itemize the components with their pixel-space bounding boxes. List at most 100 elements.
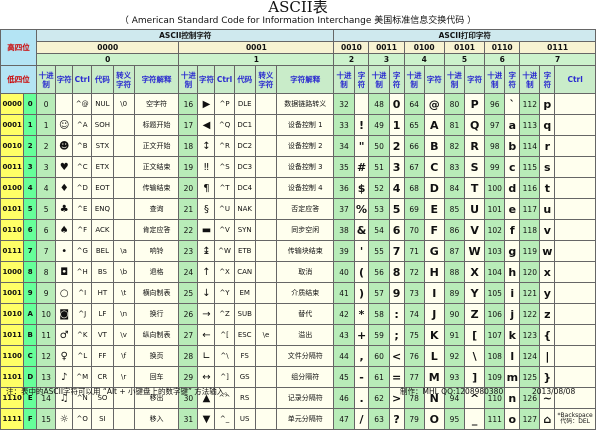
- decimal-cell: 107: [484, 324, 506, 346]
- char-cell: ⌂: [539, 408, 556, 430]
- description-cell: 介质结束: [276, 282, 335, 304]
- column-header: 字符: [423, 65, 445, 94]
- char-cell: k: [504, 324, 521, 346]
- escape-cell: [112, 219, 135, 241]
- column-header: Ctrl: [72, 65, 93, 94]
- decimal-cell: 31: [178, 408, 199, 430]
- char-cell: 6: [388, 219, 405, 241]
- code-cell: EM: [233, 282, 256, 304]
- char-cell: ◙: [55, 303, 74, 325]
- char-cell: ♂: [55, 324, 74, 346]
- char-cell: q: [539, 114, 556, 136]
- low-bits-cell: 0111: [0, 240, 25, 262]
- char-cell: ": [353, 135, 370, 157]
- decimal-cell: 71: [403, 240, 425, 262]
- description-cell: 设备控制 4: [276, 177, 335, 199]
- char-cell: ↑: [197, 261, 216, 283]
- decimal-cell: 42: [333, 303, 355, 325]
- decimal-cell: 83: [443, 156, 466, 178]
- table-row: 0101 5 5 ♣ ^E ENQ 查询 21 § ^U NAK 否定应答 37% 53 5 69 E 85 U 10…: [0, 198, 596, 220]
- table-row: 0001 1 1 ☺ ^A SOH 标题开始 17 ◀ ^Q DC1 设备控制 1 33! 49 1 65 A 8…: [0, 114, 596, 136]
- char-cell: *: [353, 303, 370, 325]
- column-header: 字符解释: [276, 65, 335, 94]
- escape-cell: [254, 345, 278, 367]
- decimal-cell: 88: [443, 261, 466, 283]
- ctrl-key-cell: [554, 219, 596, 241]
- ctrl-key-cell: ^X: [214, 261, 235, 283]
- decimal-cell: 21: [178, 198, 199, 220]
- low-bits-cell: 1010: [0, 303, 25, 325]
- char-cell: 4: [388, 177, 405, 199]
- char-cell: ,: [353, 345, 370, 367]
- decimal-cell: 55: [368, 240, 390, 262]
- column-header: 转义字符: [112, 65, 135, 94]
- description-cell: 溢出: [276, 324, 335, 346]
- code-cell: NAK: [233, 198, 256, 220]
- ctrl-key-cell: ^H: [72, 261, 93, 283]
- decimal-cell: 59: [368, 324, 390, 346]
- low-bits-cell: 1111: [0, 408, 25, 430]
- column-header: 字符: [539, 65, 556, 94]
- footer: 注：表中的ASCII字符可以用 “Alt + 小键盘上的数字键” 方法输入。 制…: [0, 384, 596, 400]
- page-title: ASCII表: [268, 0, 328, 16]
- group-number: 4: [403, 53, 445, 66]
- decimal-cell: 127: [519, 408, 541, 430]
- char-cell: C: [423, 156, 445, 178]
- description-cell: 否定应答: [276, 198, 335, 220]
- char-cell: ☼: [55, 408, 74, 430]
- ctrl-key-cell: ^B: [72, 135, 93, 157]
- decimal-cell: 4: [36, 177, 57, 199]
- char-cell: ¶: [197, 177, 216, 199]
- code-cell: SI: [91, 408, 114, 430]
- escape-cell: [254, 408, 278, 430]
- decimal-cell: 11: [36, 324, 57, 346]
- code-cell: DC4: [233, 177, 256, 199]
- group-header: 0000: [36, 41, 180, 54]
- ctrl-key-cell: ^U: [214, 198, 235, 220]
- char-cell: J: [423, 303, 445, 325]
- escape-cell: [112, 156, 135, 178]
- decimal-cell: 84: [443, 177, 466, 199]
- decimal-cell: 116: [519, 177, 541, 199]
- ctrl-key-cell: ^F: [72, 219, 93, 241]
- char-cell: d: [504, 177, 521, 199]
- char-cell: B: [423, 135, 445, 157]
- low-bits-cell: 0110: [0, 219, 25, 241]
- escape-cell: \e: [254, 324, 278, 346]
- char-cell: P: [464, 93, 486, 115]
- description-cell: 横向制表: [133, 282, 180, 304]
- decimal-cell: 18: [178, 135, 199, 157]
- description-cell: 正文开始: [133, 135, 180, 157]
- column-header: 十进制: [403, 65, 425, 94]
- decimal-cell: 33: [333, 114, 355, 136]
- table-row: 0111 7 7 • ^G BEL \a 响铃 23 ↨ ^W ETB 传输块结束 39 ' 55 7 71 G 87…: [0, 240, 596, 262]
- decimal-cell: 28: [178, 345, 199, 367]
- char-cell: 8: [388, 261, 405, 283]
- decimal-cell: 92: [443, 345, 466, 367]
- column-header: Ctrl: [214, 65, 235, 94]
- column-header: 十进制: [333, 65, 355, 94]
- code-cell: ETB: [233, 240, 256, 262]
- char-cell: `: [504, 93, 521, 115]
- ctrl-key-cell: ^K: [72, 324, 93, 346]
- decimal-cell: 98: [484, 135, 506, 157]
- char-cell: ♠: [55, 219, 74, 241]
- table-row: 1000 8 8 ◘ ^H BS \b 退格 24 ↑ ^X CAN 取消 40(56 8 72 H 88 X 104…: [0, 261, 596, 283]
- char-cell: a: [504, 114, 521, 136]
- page-subtitle: （ American Standard Code for Information…: [119, 16, 477, 26]
- group-header: 0010: [333, 41, 370, 54]
- ctrl-key-cell: ^W: [214, 240, 235, 262]
- decimal-cell: 43: [333, 324, 355, 346]
- hex-cell: 6: [23, 219, 38, 241]
- code-cell: ETX: [91, 156, 114, 178]
- ctrl-key-cell: [554, 345, 596, 367]
- char-cell: @: [423, 93, 445, 115]
- hex-cell: F: [23, 408, 38, 430]
- decimal-cell: 27: [178, 324, 199, 346]
- decimal-cell: 20: [178, 177, 199, 199]
- char-cell: G: [423, 240, 445, 262]
- footer-note: 注：表中的ASCII字符可以用 “Alt + 小键盘上的数字键” 方法输入。: [6, 387, 232, 396]
- char-cell: W: [464, 240, 486, 262]
- decimal-cell: 0: [36, 93, 57, 115]
- escape-cell: [254, 135, 278, 157]
